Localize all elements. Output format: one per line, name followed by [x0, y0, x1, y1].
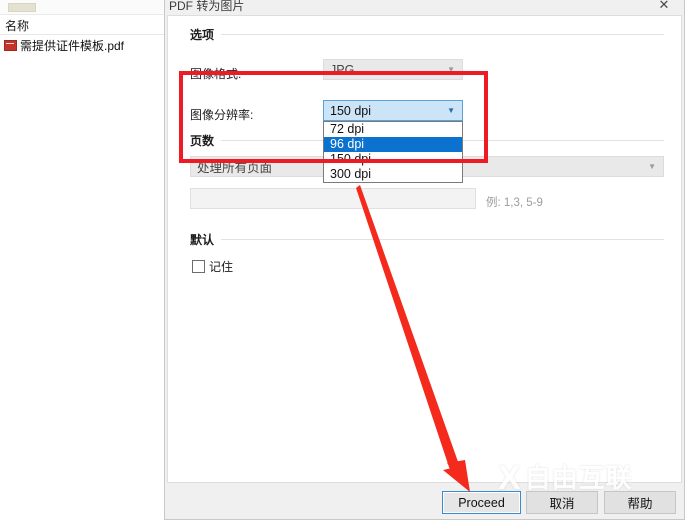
remember-checkbox-label: 记住 [209, 260, 234, 274]
dropdown-option-72dpi[interactable]: 72 dpi [324, 122, 462, 137]
image-format-combobox[interactable]: JPG ▼ [323, 59, 463, 80]
help-button[interactable]: 帮助 [604, 491, 676, 514]
page-range-hint: 例: 1,3, 5-9 [486, 197, 543, 209]
remember-checkbox-row[interactable]: 记住 [192, 258, 233, 275]
chevron-down-icon: ▼ [447, 64, 455, 74]
dropdown-option-150dpi[interactable]: 150 dpi [324, 152, 462, 167]
cancel-button[interactable]: 取消 [526, 491, 598, 514]
file-list-column-header[interactable]: 名称 [0, 16, 165, 35]
image-resolution-label: 图像分辨率: [190, 108, 254, 122]
chevron-down-icon: ▼ [447, 105, 455, 115]
close-icon[interactable]: ✕ [644, 0, 684, 14]
defaults-section-header: 默认 [190, 231, 664, 247]
section-divider [221, 33, 664, 35]
explorer-toolbar [0, 0, 165, 15]
image-resolution-dropdown-list[interactable]: 72 dpi 96 dpi 150 dpi 300 dpi [323, 121, 463, 183]
column-header-name: 名称 [5, 19, 30, 33]
dialog-body: 选项 图像格式: JPG ▼ 图像分辨率: 150 dpi ▼ 72 dpi 9… [167, 15, 682, 483]
chevron-down-icon: ▼ [648, 161, 656, 171]
file-explorer-pane: 名称 需提供证件模板.pdf [0, 0, 166, 520]
section-divider [221, 238, 664, 240]
list-item[interactable]: 需提供证件模板.pdf [0, 36, 165, 54]
pdf-to-image-dialog: PDF 转为图片 ✕ 选项 图像格式: JPG ▼ 图像分辨率: 150 dpi… [164, 0, 685, 520]
pages-section-label: 页数 [190, 133, 215, 148]
image-format-label: 图像格式: [190, 67, 242, 81]
pdf-file-icon [4, 39, 17, 51]
defaults-section-label: 默认 [190, 232, 215, 247]
image-format-value: JPG [330, 62, 355, 77]
file-name-label: 需提供证件模板.pdf [20, 38, 125, 53]
image-resolution-value: 150 dpi [330, 103, 372, 118]
options-section-header: 选项 [190, 26, 664, 42]
options-section-label: 选项 [190, 27, 215, 42]
custom-page-range-input[interactable] [190, 188, 476, 209]
dropdown-option-300dpi[interactable]: 300 dpi [324, 167, 462, 182]
page-range-mode-value: 处理所有页面 [197, 161, 273, 175]
toolbar-chip [8, 3, 36, 12]
dropdown-option-96dpi[interactable]: 96 dpi [324, 137, 462, 152]
dialog-titlebar: PDF 转为图片 ✕ [165, 0, 684, 15]
proceed-button[interactable]: Proceed [442, 491, 521, 514]
remember-checkbox[interactable] [192, 260, 205, 273]
dialog-title: PDF 转为图片 [169, 0, 245, 13]
dialog-footer: Proceed 取消 帮助 [167, 485, 682, 519]
image-resolution-combobox[interactable]: 150 dpi ▼ [323, 100, 463, 121]
